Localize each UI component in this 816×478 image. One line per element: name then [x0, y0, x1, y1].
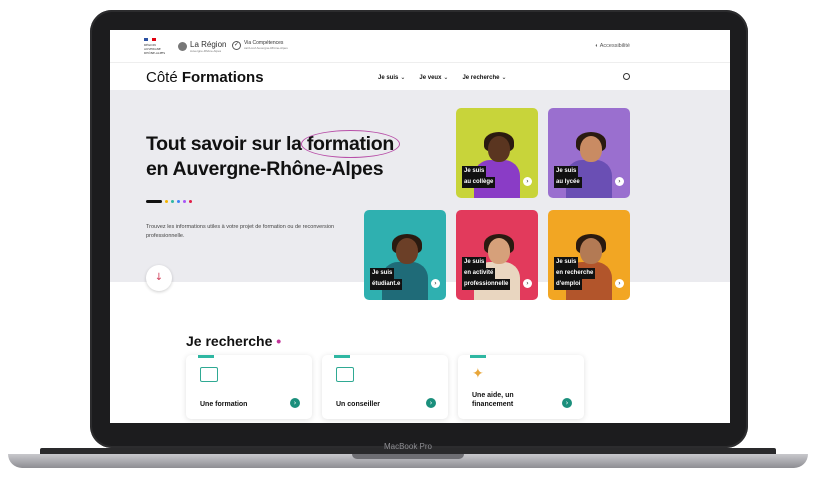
- nav-label: Je suis: [378, 75, 399, 81]
- title-dot: •: [276, 333, 282, 349]
- card-label-line2: financement: [472, 401, 514, 408]
- hero-title: Tout savoir sur la formation en Auvergne…: [146, 130, 401, 182]
- flag-icon: [144, 38, 156, 41]
- dot: [183, 200, 186, 203]
- search-card-conseiller[interactable]: Un conseiller ›: [322, 355, 448, 419]
- chevron-down-icon: ⌄: [443, 75, 449, 81]
- card-label-line1: Une aide, un: [472, 392, 514, 399]
- profile-label-line2: en recherche: [554, 268, 596, 279]
- card-accent: [334, 355, 350, 358]
- arrow-down-icon: ↓: [154, 272, 164, 283]
- profile-label: Je suis au collège: [462, 166, 496, 188]
- chevron-down-icon: ⌄: [400, 75, 406, 81]
- website-screen: RÉGION AUVERGNE RHÔNE-ALPES La Région Auv…: [110, 30, 730, 423]
- profile-label: Je suis en activité professionnelle: [462, 257, 511, 290]
- profile-label: Je suis au lycée: [554, 166, 582, 188]
- region-logo[interactable]: La Région Auvergne-Rhône-Alpes: [178, 40, 226, 53]
- color-dots: [146, 200, 192, 203]
- gov-logo-text: RÉGION AUVERGNE RHÔNE-ALPES: [144, 43, 166, 55]
- profile-label: Je suis en recherche d'emploi: [554, 257, 596, 290]
- card-label: Un conseiller: [336, 401, 380, 408]
- profile-card[interactable]: Je suis en recherche d'emploi ›: [548, 210, 630, 300]
- hero-title-highlight: formation: [300, 130, 401, 158]
- main-nav: Côté Formations Je suis ⌄ Je veux ⌄ Je rec…: [110, 63, 730, 91]
- hero-title-line2: en Auvergne-Rhône-Alpes: [146, 158, 384, 180]
- profile-label-line3: professionnelle: [462, 279, 511, 290]
- dot: [177, 200, 180, 203]
- profile-card[interactable]: Je suis au lycée ›: [548, 108, 630, 198]
- profile-label-line1: Je suis: [462, 257, 487, 268]
- arrow-right-icon: ›: [615, 177, 624, 186]
- brand-bold: Formations: [181, 69, 264, 86]
- scroll-down-button[interactable]: ↓: [146, 265, 172, 291]
- laptop-icon: [200, 367, 218, 382]
- nav-item-je-recherche[interactable]: Je recherche ⌄: [462, 74, 506, 81]
- region-name: La Région: [190, 40, 227, 49]
- hero-section: Tout savoir sur la formation en Auvergne…: [110, 90, 730, 300]
- profile-label-line2: au lycée: [554, 177, 582, 188]
- check-icon: ✓: [232, 40, 241, 50]
- gov-logo[interactable]: RÉGION AUVERGNE RHÔNE-ALPES: [144, 38, 166, 56]
- chevron-down-icon: ⌄: [501, 75, 507, 81]
- laptop-notch: [352, 454, 464, 459]
- search-section-title: Je recherche •: [186, 333, 281, 349]
- nav-item-je-suis[interactable]: Je suis ⌄: [378, 74, 405, 81]
- profile-label-line2: étudiant.e: [370, 279, 403, 290]
- search-card-financement[interactable]: ✦ Une aide, un financement ›: [458, 355, 584, 419]
- nav-label: Je recherche: [462, 75, 500, 81]
- via-sub: carif-oref Auvergne-Rhône-Alpes: [244, 46, 288, 50]
- via-competences-logo[interactable]: ✓ Via Compétences carif-oref Auvergne-Rhô…: [232, 40, 288, 50]
- accessibility-label: Accessibilité: [599, 43, 630, 49]
- profile-label-line1: Je suis: [370, 268, 395, 279]
- dot: [165, 200, 168, 203]
- dot: [189, 200, 192, 203]
- arrow-right-icon: ›: [562, 398, 572, 408]
- person-head: [580, 136, 602, 162]
- device-label: MacBook Pro: [383, 442, 433, 451]
- top-bar: RÉGION AUVERGNE RHÔNE-ALPES La Région Auv…: [110, 30, 730, 63]
- profile-label-line2: en activité: [462, 268, 496, 279]
- profile-card[interactable]: Je suis étudiant.e ›: [364, 210, 446, 300]
- accessibility-link[interactable]: ◐ Accessibilité: [595, 43, 630, 49]
- arrow-right-icon: ›: [431, 279, 440, 288]
- advisor-icon: [336, 367, 354, 382]
- search-card-formation[interactable]: Une formation ›: [186, 355, 312, 419]
- profile-label-line1: Je suis: [462, 166, 487, 177]
- dots-bar: [146, 200, 162, 203]
- card-label: Une formation: [200, 401, 248, 408]
- person-head: [396, 238, 418, 264]
- region-icon: [178, 42, 187, 51]
- search-title-text: Je recherche: [186, 333, 273, 349]
- card-accent: [470, 355, 486, 358]
- arrow-right-icon: ›: [290, 398, 300, 408]
- search-icon[interactable]: [623, 73, 630, 80]
- profile-label: Je suis étudiant.e: [370, 268, 403, 290]
- hero-intro: Trouvez les informations utiles à votre …: [146, 224, 335, 239]
- arrow-right-icon: ›: [426, 398, 436, 408]
- arrow-right-icon: ›: [523, 279, 532, 288]
- profile-label-line3: d'emploi: [554, 279, 583, 290]
- profile-label-line1: Je suis: [554, 257, 579, 268]
- arrow-right-icon: ›: [615, 279, 624, 288]
- card-accent: [198, 355, 214, 358]
- profile-label-line1: Je suis: [554, 166, 579, 177]
- profile-card[interactable]: Je suis au collège ›: [456, 108, 538, 198]
- nav-label: Je veux: [419, 75, 442, 81]
- brand-logo[interactable]: Côté Formations: [146, 69, 264, 86]
- star-icon: ✦: [472, 366, 484, 382]
- dot: [171, 200, 174, 203]
- brand-light: Côté: [146, 69, 182, 86]
- nav-menu: Je suis ⌄ Je veux ⌄ Je recherche ⌄: [378, 74, 507, 81]
- profile-label-line2: au collège: [462, 177, 496, 188]
- person-head: [488, 136, 510, 162]
- arrow-right-icon: ›: [523, 177, 532, 186]
- card-label: Une aide, un financement: [472, 391, 514, 409]
- nav-item-je-veux[interactable]: Je veux ⌄: [419, 74, 448, 81]
- profile-card[interactable]: Je suis en activité professionnelle ›: [456, 210, 538, 300]
- region-sub: Auvergne-Rhône-Alpes: [190, 49, 222, 53]
- hero-title-part: Tout savoir sur la: [146, 133, 307, 155]
